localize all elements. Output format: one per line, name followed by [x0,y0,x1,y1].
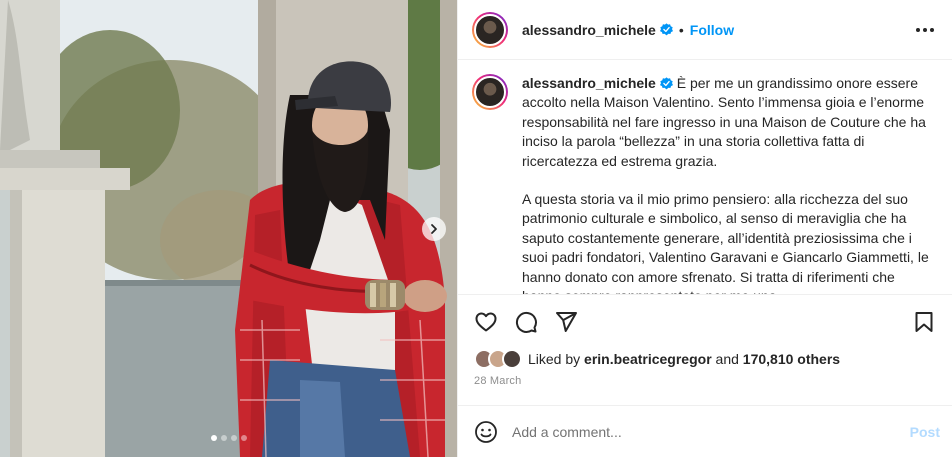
post-image [0,0,457,457]
carousel-dot [220,435,227,441]
liker-avatars[interactable] [474,349,522,369]
avatar [474,13,506,46]
add-comment-bar: Post [458,405,952,457]
caption-avatar-ring[interactable] [472,74,508,110]
post-photo[interactable] [0,0,457,457]
bookmark-icon[interactable] [912,310,936,334]
share-icon[interactable] [554,310,578,334]
author-username[interactable]: alessandro_michele [522,22,656,38]
avatar [502,349,522,369]
next-arrow-icon [431,224,437,234]
caption-paragraph-1: alessandro_michele È per me un grandissi… [522,74,936,171]
likes-summary: Liked by erin.beatricegregor and 170,810… [474,349,936,369]
action-icons [474,307,936,337]
next-photo-button[interactable] [422,217,446,241]
follow-button[interactable]: Follow [690,22,734,38]
comments-area[interactable]: alessandro_michele È per me un grandissi… [458,60,952,294]
liker-username[interactable]: erin.beatricegregor [584,351,712,367]
carousel-dot [230,435,237,441]
caption-username[interactable]: alessandro_michele [522,75,656,91]
comment-input[interactable] [512,423,910,440]
post-side-panel: alessandro_michele • Follow alessandro_m… [457,0,952,457]
author-avatar-ring[interactable] [472,11,508,48]
likes-count[interactable]: 170,810 others [743,351,840,367]
carousel-dot-active [210,435,217,441]
comment-icon[interactable] [514,310,538,334]
likes-and: and [715,351,739,367]
post-actions: Liked by erin.beatricegregor and 170,810… [458,294,952,387]
avatar [474,76,506,108]
more-options-icon[interactable] [912,24,938,36]
emoji-icon[interactable] [474,420,498,444]
carousel-indicator [0,435,457,441]
caption-paragraph-2: A questa storia va il mio primo pensiero… [522,191,929,294]
likes-text: Liked by erin.beatricegregor and 170,810… [528,351,840,367]
verified-badge-icon [659,23,673,36]
post-header: alessandro_michele • Follow [458,0,952,60]
separator-dot: • [678,21,684,38]
heart-icon[interactable] [474,310,498,334]
post-dialog: alessandro_michele • Follow alessandro_m… [0,0,952,457]
carousel-dot [240,435,247,441]
post-comment-button[interactable]: Post [910,424,940,440]
post-caption: alessandro_michele È per me un grandissi… [522,74,936,294]
post-date[interactable]: 28 March [474,375,936,387]
likes-prefix: Liked by [528,351,581,367]
verified-badge-icon [659,77,673,90]
